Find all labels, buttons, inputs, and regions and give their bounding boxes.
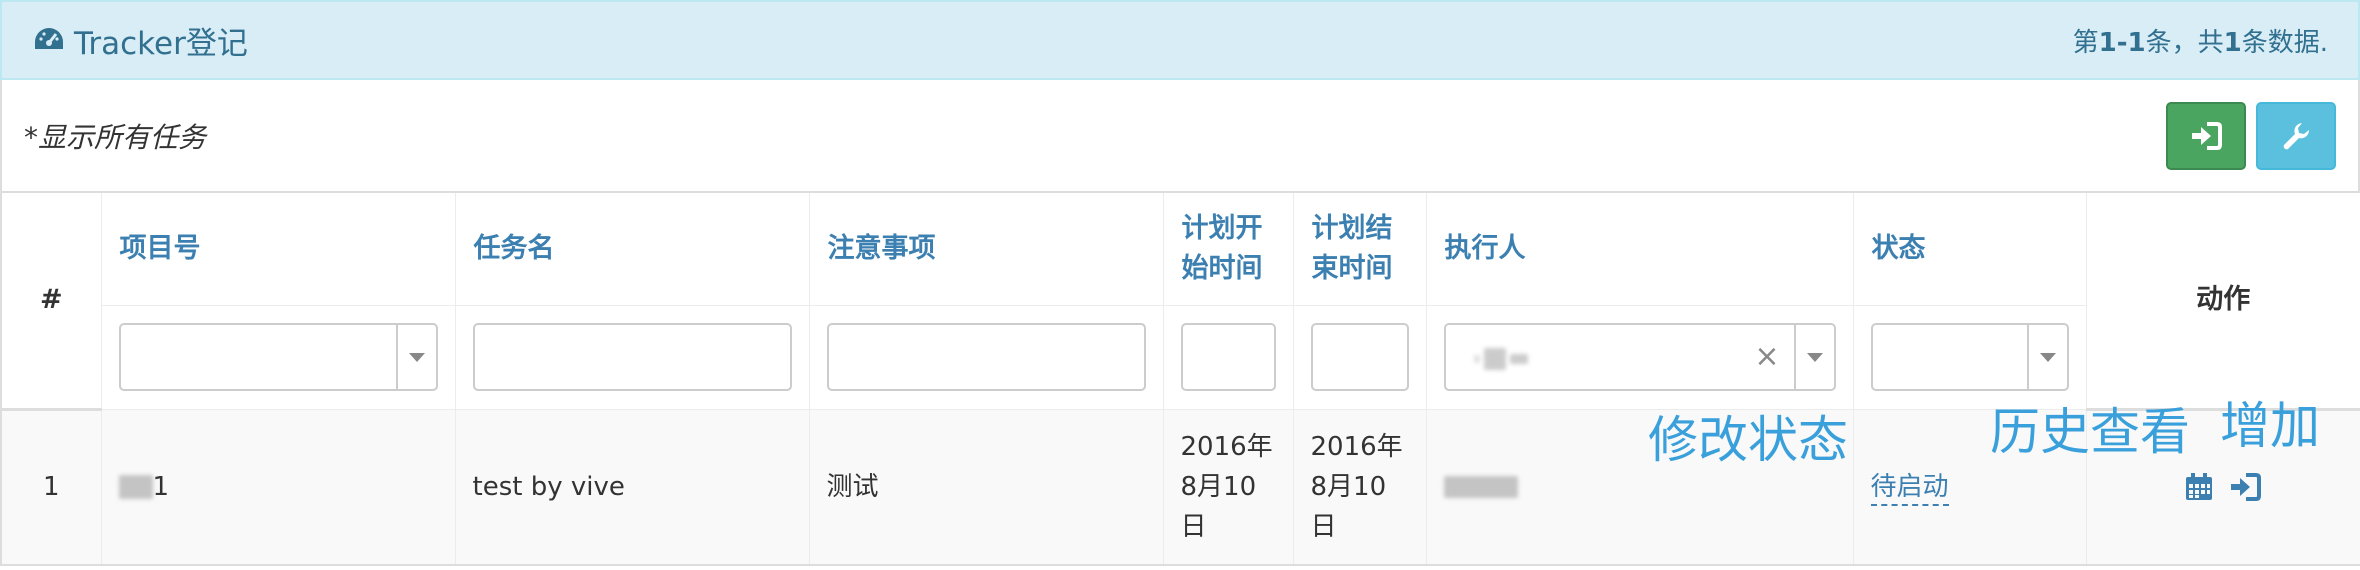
row-plan-end: 2016年8月10日 (1292, 408, 1427, 566)
show-all-tasks-label: *显示所有任务 (24, 121, 207, 154)
plan-start-filter-input[interactable] (1180, 323, 1276, 391)
annotation-add: 增加 (2220, 397, 2320, 455)
toolbar-buttons (2166, 102, 2336, 170)
executor-filter-value (1473, 345, 1564, 373)
pagination-summary: 第1-1条，共1条数据. (2073, 22, 2328, 59)
page-title: Tracker登记 (74, 25, 248, 62)
tracker-table: # 项目号 任务名 注意事项 计划开始时间 计划结束时间 执行人 状态 动作 × (0, 191, 2360, 566)
status-filter-select[interactable] (1870, 323, 2069, 391)
redacted-executor (1443, 476, 1518, 499)
summary-suffix: 条数据. (2241, 27, 2328, 58)
export-button[interactable] (2166, 102, 2246, 170)
toolbar: *显示所有任务 (0, 80, 2360, 192)
column-header-notes[interactable]: 注意事项 (808, 191, 1164, 306)
chevron-down-icon (395, 325, 436, 389)
dashboard-icon (35, 28, 63, 49)
task-name-filter-input[interactable] (472, 323, 792, 391)
column-header-actions: 动作 (2085, 191, 2360, 411)
row-plan-start: 2016年8月10日 (1162, 408, 1294, 566)
project-suffix: 1 (152, 471, 170, 502)
wrench-icon (2283, 123, 2310, 150)
column-header-plan-start[interactable]: 计划开始时间 (1162, 191, 1294, 306)
header-row: # 项目号 任务名 注意事项 计划开始时间 计划结束时间 执行人 状态 动作 (0, 191, 2360, 411)
redacted-project-prefix (118, 475, 153, 500)
column-header-status[interactable]: 状态 (1852, 191, 2087, 306)
summary-mid: 条，共 (2145, 27, 2224, 58)
panel-heading: Tracker登记 第1-1条，共1条数据. (0, 0, 2360, 80)
annotation-modify-status: 修改状态 (1648, 411, 1848, 469)
status-editable-link[interactable]: 待启动 (1870, 471, 1949, 506)
column-header-index: # (0, 191, 102, 411)
plan-end-filter-input[interactable] (1310, 323, 1409, 391)
executor-filter-select[interactable]: × (1443, 323, 1836, 391)
row-project: 1 (100, 408, 456, 566)
chevron-down-icon (2026, 325, 2067, 389)
column-header-project[interactable]: 项目号 (100, 191, 456, 306)
row-task-name: test by vive (454, 408, 810, 566)
calendar-icon[interactable] (2184, 472, 2214, 502)
row-index: 1 (0, 408, 102, 566)
row-notes: 测试 (808, 408, 1164, 566)
column-header-plan-end[interactable]: 计划结束时间 (1292, 191, 1427, 306)
column-header-task-name[interactable]: 任务名 (454, 191, 810, 306)
annotation-history: 历史查看 (1990, 403, 2190, 461)
summary-range: 1-1 (2098, 27, 2146, 58)
summary-total: 1 (2223, 27, 2242, 58)
settings-button[interactable] (2256, 102, 2336, 170)
summary-prefix: 第 (2072, 27, 2099, 58)
project-filter-select[interactable] (118, 323, 438, 391)
panel-title: Tracker登记 (32, 18, 248, 63)
clear-icon[interactable]: × (1754, 339, 1779, 374)
sign-in-icon (2192, 122, 2222, 150)
column-header-executor[interactable]: 执行人 (1425, 191, 1854, 306)
notes-filter-input[interactable] (826, 323, 1146, 391)
chevron-down-icon (1793, 325, 1834, 389)
sign-in-icon[interactable] (2228, 472, 2262, 502)
